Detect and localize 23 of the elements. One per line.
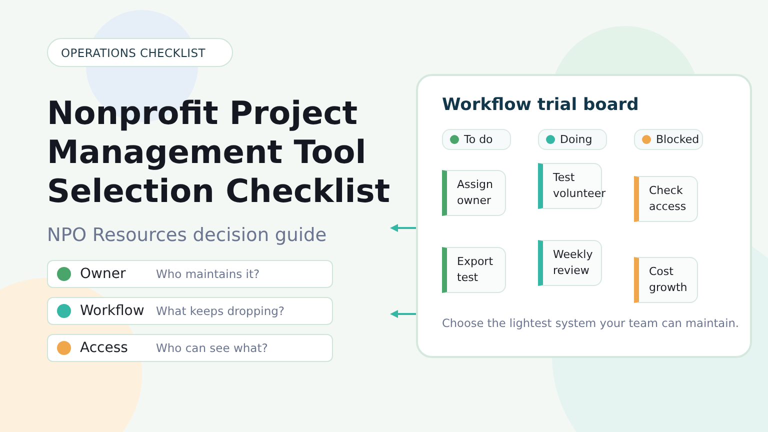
criteria-label: Workflow [80, 303, 146, 319]
arrow-icon [390, 223, 416, 233]
column-label: To do [464, 133, 493, 146]
task-card[interactable]: Cost growth [634, 257, 698, 303]
task-card[interactable]: Check access [634, 176, 698, 222]
task-card[interactable]: Weekly review [538, 240, 602, 286]
page-title: Selection Checklist [47, 172, 390, 211]
criteria-question: Who can see what? [156, 341, 268, 355]
arrow-icon [390, 309, 416, 319]
board-title: Workflow trial board [442, 95, 640, 115]
criteria-question: What keeps dropping? [156, 304, 285, 318]
task-card[interactable]: Assign owner [442, 170, 506, 216]
criteria-label: Owner [80, 266, 127, 282]
column-label: Doing [560, 133, 592, 146]
subtitle: NPO Resources decision guide [47, 225, 328, 246]
page-title: Management Tool [47, 133, 368, 172]
column-label: Blocked [656, 133, 700, 146]
page-title: Nonprofit Project [47, 94, 359, 133]
criteria-label: Access [80, 340, 129, 356]
board-footer: Choose the lightest system your team can maintain. [442, 317, 750, 330]
task-card[interactable]: Export test [442, 247, 506, 293]
criteria-question: Who maintains it? [156, 267, 260, 281]
category-badge: OPERATIONS CHECKLIST [47, 38, 234, 67]
